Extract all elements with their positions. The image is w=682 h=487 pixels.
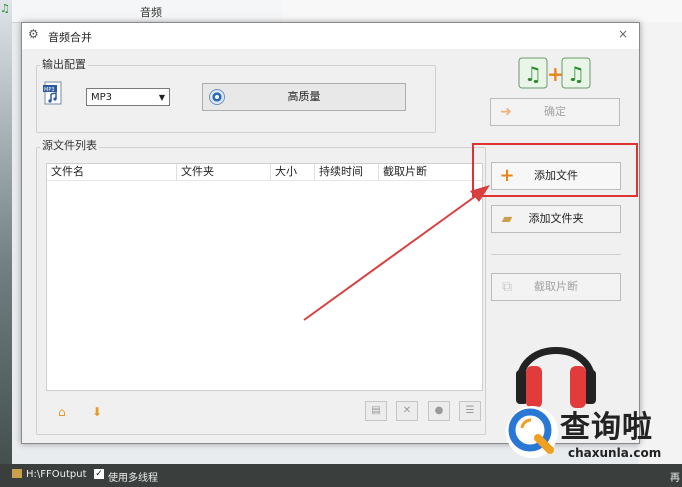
svg-text:MP3: MP3 — [44, 87, 55, 93]
close-icon: × — [617, 27, 629, 41]
headphones-icon — [516, 347, 596, 408]
confirm-arrow-icon: ➜ — [500, 104, 512, 120]
chevron-down-icon: ▼ — [158, 93, 165, 102]
svg-text:♫: ♫ — [567, 62, 585, 86]
mp3-file-icon: MP3 — [43, 81, 62, 105]
table-header-row: 文件名 文件夹 大小 持续时间 截取片断 — [47, 164, 482, 181]
dialog-title: 音频合并 — [48, 31, 92, 44]
background-window-edge — [0, 0, 12, 487]
remove-icon[interactable]: ✕ — [396, 401, 418, 421]
watermark-subtitle: chaxunla.com — [568, 446, 662, 460]
format-select-value: MP3 — [91, 92, 113, 103]
audio-tool-icon: ⚙ — [28, 27, 39, 41]
add-folder-button[interactable]: ▰ 添加文件夹 — [491, 205, 621, 233]
column-header-folder[interactable]: 文件夹 — [177, 164, 271, 180]
column-header-clip[interactable]: 截取片断 — [379, 164, 482, 180]
background-header — [282, 0, 682, 22]
quality-button[interactable]: 高质量 — [202, 83, 406, 111]
quality-button-label: 高质量 — [287, 90, 321, 103]
source-list-label: 源文件列表 — [40, 137, 99, 153]
search-logo-icon — [506, 406, 558, 458]
column-header-size[interactable]: 大小 — [271, 164, 315, 180]
format-select[interactable]: MP3 ▼ — [86, 88, 170, 106]
dialog-title-bar: ⚙ 音频合并 × — [22, 23, 639, 49]
button-divider — [491, 254, 621, 255]
clip-icon: ⧉ — [502, 279, 512, 295]
folder-icon — [12, 469, 22, 478]
add-folder-icon: ▰ — [501, 211, 513, 227]
svg-text:+: + — [547, 62, 564, 86]
output-path[interactable]: H:\FFOutput — [26, 469, 87, 480]
merge-music-icon: ♫ + ♫ — [518, 57, 591, 89]
info-icon[interactable]: ☰ — [459, 401, 481, 421]
column-header-duration[interactable]: 持续时间 — [315, 164, 379, 180]
play-icon[interactable]: ● — [428, 401, 450, 421]
move-down-icon[interactable]: ⬇ — [92, 405, 102, 419]
background-right-panel — [638, 22, 682, 464]
music-note-icon: ♫ — [0, 2, 10, 15]
multithread-checkbox[interactable]: ✓ — [94, 469, 104, 479]
output-config-label: 输出配置 — [40, 56, 88, 72]
confirm-button[interactable]: ➜ 确定 — [490, 98, 620, 126]
clip-button-label: 截取片断 — [534, 280, 578, 293]
source-file-table[interactable]: 文件名 文件夹 大小 持续时间 截取片断 — [46, 163, 483, 391]
move-up-icon[interactable]: ⌂ — [58, 405, 66, 419]
watermark-title: 查询啦 — [560, 410, 653, 445]
multithread-label: 使用多线程 — [108, 473, 158, 484]
add-folder-button-label: 添加文件夹 — [528, 212, 584, 225]
column-header-filename[interactable]: 文件名 — [47, 164, 177, 180]
status-right-text: 再 — [670, 473, 680, 484]
confirm-button-label: 确定 — [544, 105, 566, 118]
open-file-icon[interactable]: ▤ — [365, 401, 387, 421]
status-bar: H:\FFOutput ✓ 使用多线程 再 — [0, 464, 682, 487]
close-button[interactable]: × — [614, 27, 632, 43]
background-tab-title[interactable]: 音频 — [140, 4, 162, 20]
clip-button[interactable]: ⧉ 截取片断 — [491, 273, 621, 301]
svg-text:♫: ♫ — [524, 62, 542, 86]
quality-dial-icon — [209, 89, 225, 105]
add-file-highlight — [472, 143, 638, 197]
